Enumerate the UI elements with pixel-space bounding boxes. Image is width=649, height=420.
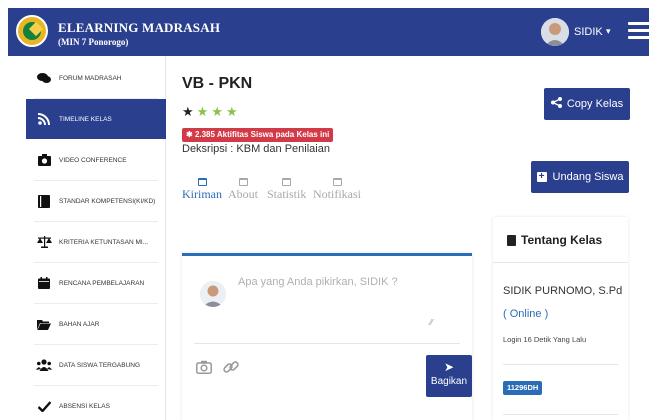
book-icon — [36, 194, 52, 208]
sidebar-item-video-conference[interactable]: VIDEO CONFERENCE — [26, 140, 166, 180]
top-navbar: ELEARNING MADRASAH (MIN 7 Ponorogo) SIDI… — [8, 8, 649, 56]
user-avatar[interactable] — [541, 18, 569, 46]
star-filled-icon: ★ — [182, 104, 197, 119]
brand-subtitle: (MIN 7 Ponorogo) — [58, 37, 129, 47]
class-title: VB - PKN — [182, 75, 253, 92]
about-class-panel: Tentang Kelas SIDIK PURNOMO, S.Pd ( Onli… — [493, 217, 628, 420]
paper-plane-icon: ➤ — [443, 360, 455, 374]
class-code-badge: 11296DH — [503, 381, 543, 395]
user-photo-icon — [541, 18, 569, 46]
link-icon[interactable] — [222, 358, 240, 376]
post-input[interactable] — [238, 276, 448, 330]
star-icon: ★ — [211, 104, 226, 119]
balance-scale-icon — [36, 235, 52, 249]
tab-notifikasi[interactable]: Notifikasi — [313, 178, 361, 202]
invite-student-button[interactable]: + Undang Siswa — [531, 161, 629, 193]
post-composer: ⁄⁄ ➤ Bagikan — [182, 253, 472, 420]
sidebar-item-forum-madrasah[interactable]: FORUM MADRASAH — [26, 58, 166, 98]
calendar-small-icon — [332, 178, 342, 186]
resize-grip-icon[interactable]: ⁄⁄ — [430, 318, 433, 327]
class-description: Deksripsi : KBM dan Penilaian — [182, 143, 330, 155]
calendar-small-icon — [197, 178, 207, 186]
about-class-title: Tentang Kelas — [507, 233, 602, 247]
sidebar-item-standar-kompetensi[interactable]: STANDAR KOMPETENSI(KI/KD) — [26, 181, 166, 221]
caret-down-icon[interactable]: ▾ — [606, 26, 611, 37]
online-status: ( Online ) — [503, 308, 549, 320]
tab-statistik[interactable]: Statistik — [267, 178, 306, 202]
document-icon — [507, 234, 516, 246]
sidebar-item-data-siswa-tergabung[interactable]: DATA SISWA TERGABUNG — [26, 345, 166, 385]
last-login: Login 16 Detik Yang Lalu — [503, 335, 587, 344]
users-icon — [36, 358, 52, 372]
calendar-small-icon — [282, 178, 292, 186]
madrasah-logo-icon[interactable] — [16, 15, 48, 47]
sidebar-item-rencana-pembelajaran[interactable]: RENCANA PEMBELAJARAN — [26, 263, 166, 303]
share-icon — [550, 97, 562, 111]
user-photo-icon — [200, 281, 226, 307]
paw-icon: ✱ — [186, 130, 193, 139]
folder-open-icon — [36, 317, 52, 331]
camera-icon — [36, 153, 52, 167]
tab-kiriman[interactable]: Kiriman — [182, 178, 222, 202]
composer-avatar — [200, 281, 226, 307]
activity-badge: ✱ 2.385 Aktifitas Siswa pada Kelas ini — [182, 128, 334, 142]
calendar-icon — [36, 276, 52, 290]
copy-class-button[interactable]: Copy Kelas — [544, 88, 630, 120]
star-icon: ★ — [225, 104, 241, 119]
sidebar-item-bahan-ajar[interactable]: BAHAN AJAR — [26, 304, 166, 344]
sidebar-item-timeline-kelas[interactable]: TIMELINE KELAS — [26, 99, 166, 139]
comments-icon — [36, 71, 52, 85]
user-menu-name[interactable]: SIDIK — [574, 26, 603, 38]
rss-icon — [36, 112, 52, 126]
plus-square-icon: + — [536, 172, 547, 182]
teacher-name: SIDIK PURNOMO, S.Pd — [503, 285, 623, 297]
star-icon: ★ — [196, 104, 212, 119]
tab-about[interactable]: About — [228, 178, 258, 202]
check-icon — [36, 399, 52, 413]
sidebar: FORUM MADRASAH TIMELINE KELAS VIDEO CONF… — [26, 56, 166, 420]
class-rating: ★★★★ — [182, 104, 241, 120]
sidebar-item-absensi-kelas[interactable]: ABSENSI KELAS — [26, 386, 166, 420]
share-post-button[interactable]: ➤ Bagikan — [426, 355, 472, 397]
sidebar-item-kriteria-ketuntasan[interactable]: KRITERIA KETUNTASAN MI... — [26, 222, 166, 262]
camera-icon[interactable] — [196, 360, 212, 374]
hamburger-menu-icon[interactable] — [628, 22, 649, 42]
brand-title[interactable]: ELEARNING MADRASAH — [58, 20, 220, 36]
calendar-small-icon — [238, 178, 248, 186]
